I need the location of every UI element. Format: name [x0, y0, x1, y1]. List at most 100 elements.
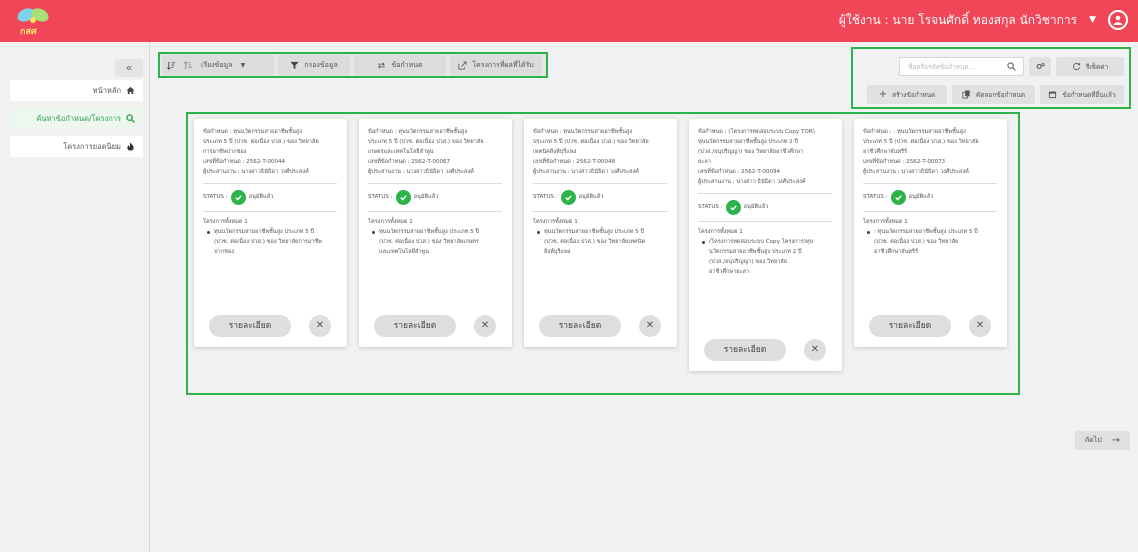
- detail-button[interactable]: รายละเอียด: [869, 315, 951, 337]
- divider: [698, 221, 832, 222]
- detail-button[interactable]: รายละเอียด: [539, 315, 621, 337]
- sidebar-item-label: ค้นหาข้อกำหนด/โครงการ: [36, 113, 121, 123]
- sidebar-item-search-tor[interactable]: ค้นหาข้อกำหนด/โครงการ: [10, 108, 143, 129]
- top-header: กสศ ผู้ใช้งาน : นาย โรจนศักดิ์ ทองสกุล น…: [0, 0, 1138, 42]
- close-icon[interactable]: ✕: [474, 315, 496, 337]
- detail-button[interactable]: รายละเอียด: [374, 315, 456, 337]
- check-circle-icon: [725, 199, 741, 215]
- project-line: ทุนนวัตกรรมสายอาชีพชั้นสูง ประเภท 5 ปี: [379, 229, 480, 235]
- tor-card: ข้อกำหนด : (โครงการทดสอบระบบ Copy TOR) ท…: [689, 119, 842, 371]
- chevron-down-icon[interactable]: ▼: [1089, 15, 1096, 25]
- close-icon[interactable]: ✕: [969, 315, 991, 337]
- tor-card: ข้อกำหนด : ทุนนวัตกรรมสายอาชีพชั้นสูง ปร…: [524, 119, 677, 347]
- bullet-icon: [372, 231, 375, 234]
- copy-tor-button[interactable]: คัดลอกข้อกำหนด: [952, 85, 1035, 104]
- divider: [533, 211, 667, 212]
- sidebar-collapse-button[interactable]: «: [115, 59, 143, 77]
- status-label: STATUS :: [368, 194, 393, 200]
- status-badge: อนุมัติแล้ว: [908, 194, 934, 200]
- tor-title-line: ประเภท 5 ปี (ปวช. ต่อเนื่อง ปวส.) ของ วิ…: [203, 139, 319, 145]
- fire-icon: [127, 142, 134, 151]
- close-icon[interactable]: ✕: [804, 339, 826, 361]
- close-icon[interactable]: ✕: [309, 315, 331, 337]
- tor-title-line: ประเภท 5 ปี (ปวช. ต่อเนื่อง ปวส.) ของ วิ…: [863, 139, 979, 145]
- list-item: ทุนนวัตกรรมสายอาชีพชั้นสูง ประเภท 5 ปี (…: [368, 227, 504, 257]
- chevron-down-icon[interactable]: ▼: [241, 62, 246, 69]
- detail-button[interactable]: รายละเอียด: [209, 315, 291, 337]
- check-circle-icon: [890, 189, 906, 205]
- tor-code: เลขที่ข้อกำหนด : 2562-T-00067: [368, 159, 451, 165]
- status-row: STATUS : อนุมัติแล้ว: [698, 199, 834, 215]
- reset-label: รีเซ็ตค่า: [1085, 62, 1109, 71]
- tor-title-line: ทุนนวัตกรรมสายอาชีพชั้นสูง ประเภท 2 ปี: [698, 139, 799, 145]
- sort-dropdown[interactable]: เรียงข้อมูล: [201, 60, 233, 71]
- create-tor-button[interactable]: + สร้างข้อกำหนด: [867, 85, 947, 104]
- tor-owner: ผู้ประสานงาน : นางสาวธินัธิดา วงศ์ประสงค…: [368, 169, 474, 175]
- logo[interactable]: กสศ: [14, 4, 52, 38]
- project-line: และเทคโนโลยีลำพูน: [379, 249, 429, 255]
- plus-icon: +: [878, 89, 888, 100]
- status-row: STATUS : อนุมัติแล้ว: [368, 189, 504, 205]
- related-projects-button[interactable]: โครงการที่ผลที่ได้รับ: [450, 55, 542, 75]
- project-line: : ทุนนวัตกรรมสายอาชีพชั้นสูง ประเภท 5 ปี: [874, 229, 978, 235]
- project-line: (ปวส./อนุปริญญา) ของ วิทยาลัย: [709, 259, 787, 265]
- project-line: สิงห์บุรีแพง: [544, 249, 571, 255]
- avatar-icon[interactable]: [1108, 10, 1128, 30]
- sort-descending-icon[interactable]: [184, 60, 193, 70]
- sidebar-item-popular[interactable]: โครงการยอดนิยม: [10, 136, 143, 157]
- divider: [863, 183, 997, 184]
- bullet-icon: [207, 231, 210, 234]
- submitted-tor-label: ข้อกำหนดที่ยื่นแล้ว: [1062, 90, 1116, 99]
- settings-button[interactable]: [1029, 57, 1051, 76]
- tor-title-line: ยะลา: [698, 159, 711, 165]
- status-label: STATUS :: [203, 194, 228, 200]
- filter-button[interactable]: กรองข้อมูล: [278, 55, 350, 75]
- share-icon: [458, 60, 467, 70]
- check-circle-icon: [230, 189, 246, 205]
- project-line: (ปวช. ต่อเนื่อง ปวส.) ของ วิทยาลัยเกษตร: [379, 239, 479, 245]
- sidebar-item-label: หน้าหลัก: [92, 85, 121, 95]
- tor-card: ข้อกำหนด : ทุนนวัตกรรมสายอาชีพชั้นสูง ปร…: [359, 119, 512, 347]
- list-item: ทุนนวัตกรรมสายอาชีพชั้นสูง ประเภท 5 ปี (…: [203, 227, 339, 257]
- tor-label: ข้อกำหนด: [391, 60, 423, 69]
- status-badge: อนุมัติแล้ว: [578, 194, 604, 200]
- status-row: STATUS : อนุมัติแล้ว: [533, 189, 669, 205]
- toolbar: เรียงข้อมูล ▼ กรองข้อมูล ข้อกำหนด โครงกา…: [158, 52, 548, 78]
- status-row: STATUS : อนุมัติแล้ว: [863, 189, 999, 205]
- copy-tor-label: คัดลอกข้อกำหนด: [975, 90, 1026, 99]
- user-menu[interactable]: ผู้ใช้งาน : นาย โรจนศักดิ์ ทองสกุล นักวิ…: [839, 10, 1128, 30]
- project-count: โครงการทั้งหมด 1: [863, 219, 908, 225]
- next-page-button[interactable]: ถัดไป →: [1075, 431, 1130, 450]
- tor-button[interactable]: ข้อกำหนด: [354, 55, 446, 75]
- filter-icon: [290, 61, 299, 69]
- status-label: STATUS :: [863, 194, 888, 200]
- close-icon[interactable]: ✕: [639, 315, 661, 337]
- divider: [698, 193, 832, 194]
- search-input[interactable]: ชื่อหรือรหัสข้อกำหนด...: [899, 57, 1024, 76]
- detail-button[interactable]: รายละเอียด: [704, 339, 786, 361]
- tor-title-line: อาชีวศึกษาจันทรีร์: [863, 149, 908, 155]
- divider: [533, 183, 667, 184]
- tor-owner: ผู้ประสานงาน : นางสาว ธินัธิดา วงศ์ประสง…: [698, 179, 806, 185]
- tor-title-line: ข้อกำหนด : ทุนนวัตกรรมสายอาชีพชั้นสูง: [368, 129, 468, 135]
- search-icon[interactable]: [1007, 62, 1016, 71]
- sidebar-item-home[interactable]: หน้าหลัก: [10, 80, 143, 101]
- project-line: อาชีวศึกษายะลา: [709, 269, 750, 275]
- list-item: ทุนนวัตกรรมสายอาชีพชั้นสูง ประเภท 5 ปี (…: [533, 227, 669, 257]
- project-line: ทุนนวัตกรรมสายอาชีพชั้นสูง ประเภท 5 ปี: [544, 229, 645, 235]
- gears-icon: [1036, 63, 1045, 70]
- project-line: (โครงการทดสอบระบบ Copy โครงการ)ทุน: [709, 239, 814, 245]
- tor-owner: ผู้ประสานงาน : นางสาวธินัธิดา วงศ์ประสงค…: [203, 169, 309, 175]
- arrow-right-icon: →: [1111, 435, 1121, 446]
- submitted-tor-button[interactable]: ข้อกำหนดที่ยื่นแล้ว: [1040, 85, 1124, 104]
- sort-ascending-icon[interactable]: [167, 61, 176, 70]
- logo-text: กสศ: [20, 27, 37, 37]
- project-line: (ปวช. ต่อเนื่อง ปวส.) ของ วิทยาลัยเทคนิค: [544, 239, 646, 245]
- status-label: STATUS :: [698, 204, 723, 210]
- sidebar-item-label: โครงการยอดนิยม: [63, 141, 121, 151]
- project-line: นวัตกรรมสายอาชีพชั้นสูง ประเภท 2 ปี: [709, 249, 802, 255]
- refresh-icon: [1072, 62, 1080, 71]
- tor-title-line: ประเภท 5 ปี (ปวช. ต่อเนื่อง ปวส.) ของ วิ…: [368, 139, 484, 145]
- reset-button[interactable]: รีเซ็ตค่า: [1056, 57, 1124, 76]
- user-label: ผู้ใช้งาน : นาย โรจนศักดิ์ ทองสกุล นักวิ…: [838, 12, 1078, 27]
